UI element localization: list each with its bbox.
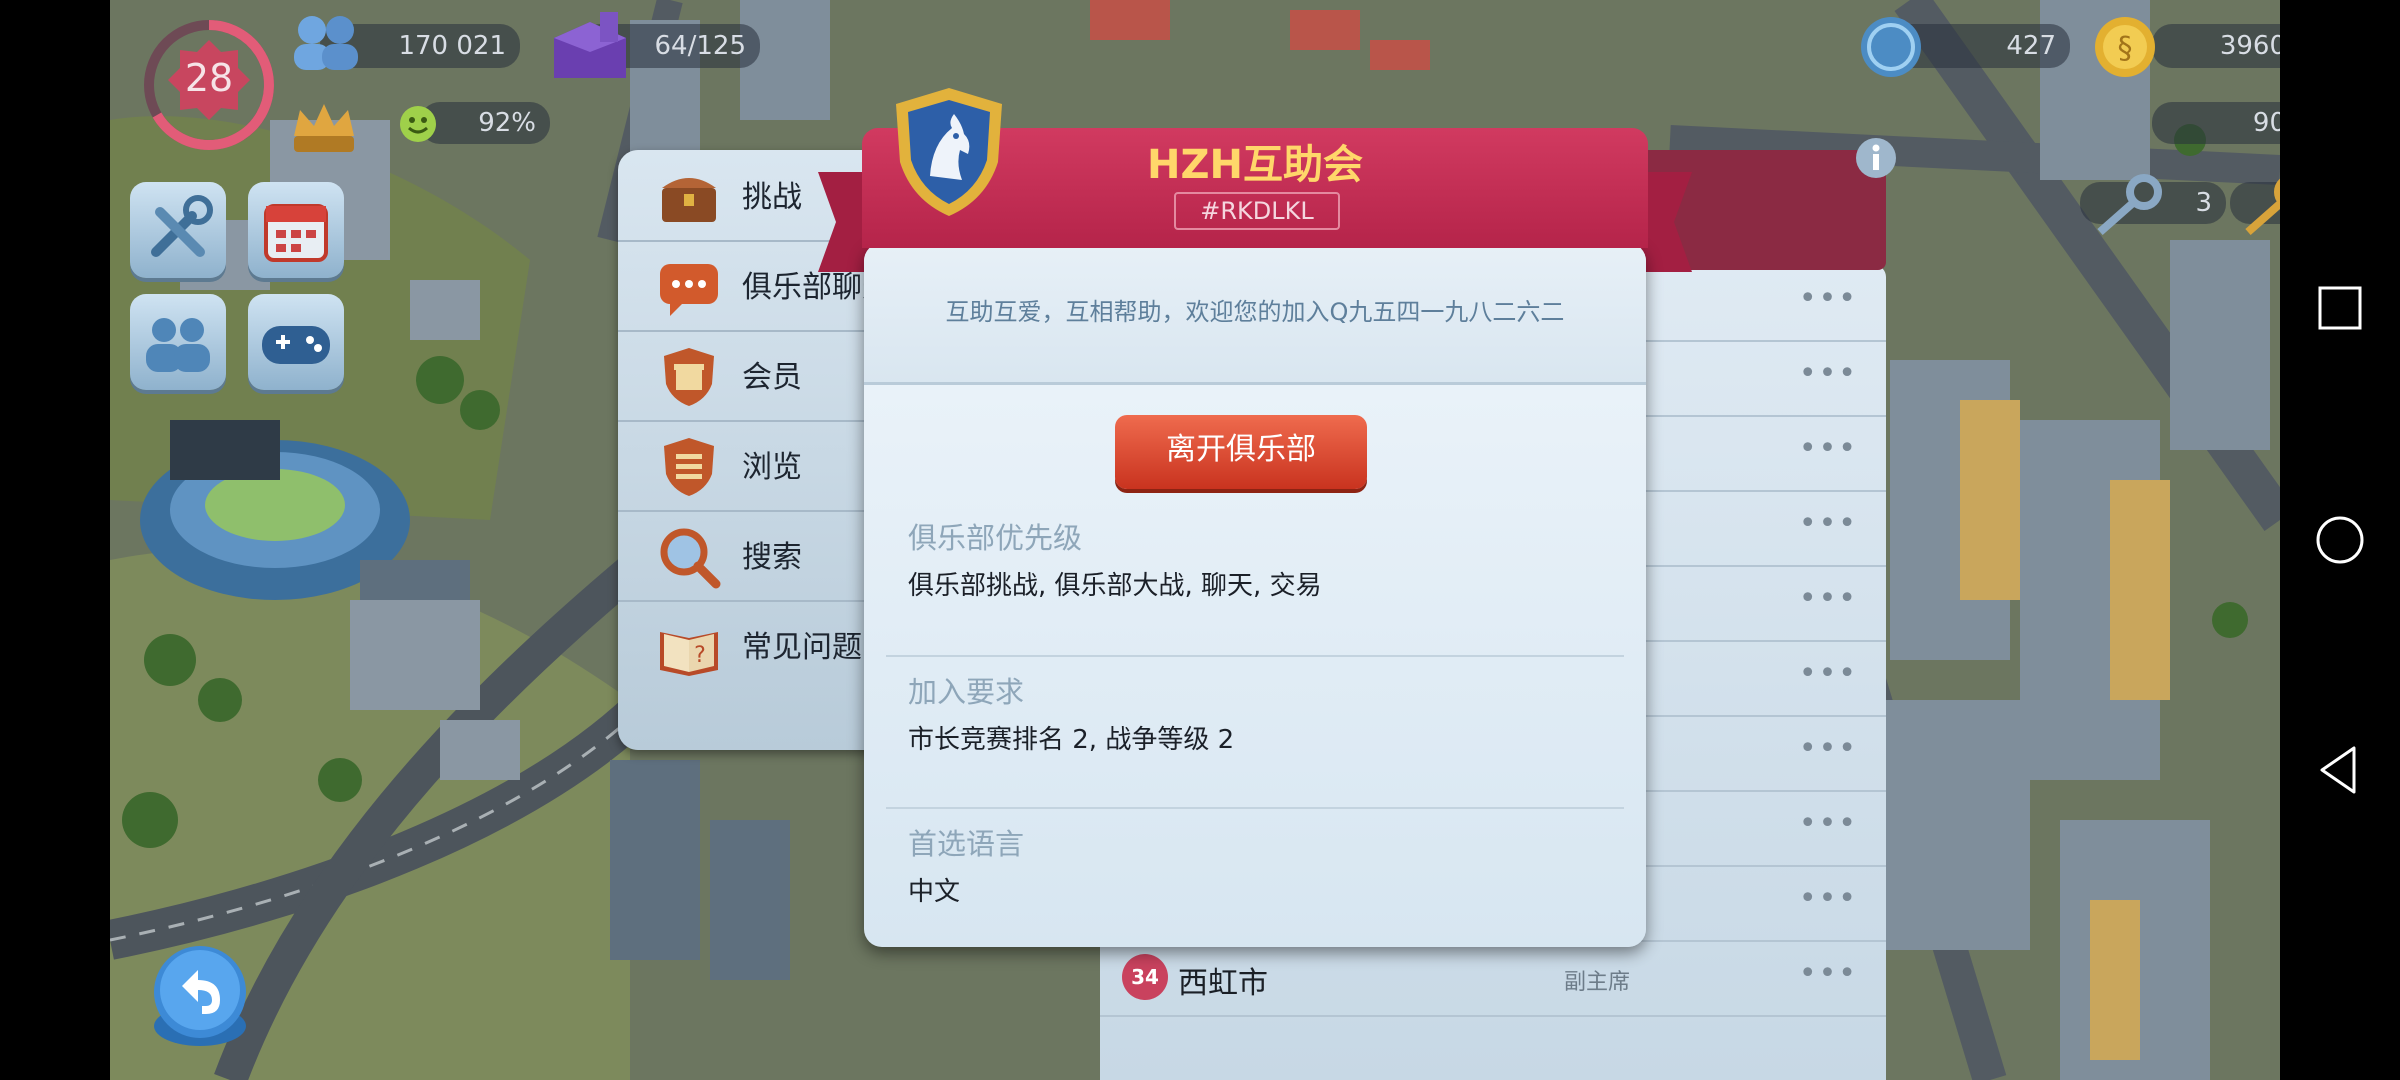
menu-item-label: 会员 [742, 360, 802, 395]
language-title: 首选语言 [908, 827, 1025, 861]
menu-item-members[interactable]: 会员 [618, 330, 888, 422]
left-letterbox [0, 0, 110, 1080]
more-options-icon[interactable]: ••• [1799, 356, 1858, 391]
back-button[interactable] [150, 940, 250, 1050]
more-options-icon[interactable]: ••• [1799, 956, 1858, 991]
club-tag: #RKDLKL [1174, 192, 1340, 230]
calendar-button[interactable] [248, 182, 344, 278]
faq-book-icon: ? [660, 632, 718, 676]
wrench-screwdriver-icon [151, 195, 213, 257]
members-shield-icon [664, 348, 714, 406]
menu-item-label: 常见问题 [742, 630, 862, 665]
browse-shield-icon [664, 438, 714, 496]
priority-title: 俱乐部优先级 [908, 521, 1083, 555]
description-divider [864, 382, 1646, 385]
home-icon[interactable] [2314, 514, 2366, 566]
more-options-icon[interactable]: ••• [1799, 806, 1858, 841]
happiness-counter[interactable]: 92% [420, 102, 550, 144]
simcash-icon [1856, 12, 1926, 82]
menu-item-search[interactable]: 搜索 [618, 510, 888, 602]
requirements-value: 市长竞赛排名 2, 战争等级 2 [908, 725, 1235, 755]
happiness-value: 92% [478, 108, 536, 138]
menu-item-browse[interactable]: 浏览 [618, 420, 888, 512]
simoleons-counter[interactable]: 3960 [2152, 24, 2300, 68]
leave-club-button[interactable]: 离开俱乐部 [1115, 415, 1367, 489]
more-options-icon[interactable]: ••• [1799, 656, 1858, 691]
requirements-section: 加入要求 市长竞赛排名 2, 战争等级 2 [908, 669, 1234, 756]
simoleon-coin-icon: § [2090, 12, 2160, 82]
more-options-icon[interactable]: ••• [1799, 281, 1858, 316]
smiley-icon [398, 104, 438, 144]
system-navigation-bar [2280, 0, 2400, 1080]
storage-value: 64/125 [654, 31, 746, 61]
menu-item-label: 浏览 [742, 450, 802, 485]
silver-key-icon [2086, 170, 2166, 240]
contest-button[interactable] [248, 294, 344, 390]
back-arrow-icon [154, 946, 246, 1046]
population-icon [286, 10, 366, 76]
section-divider [886, 807, 1624, 809]
section-divider [886, 655, 1624, 657]
menu-item-label: 搜索 [742, 540, 802, 575]
magnifier-icon [660, 528, 721, 589]
more-options-icon[interactable]: ••• [1799, 581, 1858, 616]
more-options-icon[interactable]: ••• [1799, 731, 1858, 766]
menu-item-label: 挑战 [742, 180, 802, 215]
member-role: 副主席 [1564, 970, 1631, 995]
gamepad-icon [262, 326, 330, 364]
more-options-icon[interactable]: ••• [1799, 881, 1858, 916]
recent-apps-icon[interactable] [2314, 282, 2366, 334]
simcash-value: 427 [2006, 31, 2056, 61]
storage-building-icon [544, 8, 636, 84]
treasure-chest-icon [662, 178, 716, 222]
priority-value: 俱乐部挑战, 俱乐部大战, 聊天, 交易 [908, 571, 1322, 601]
vip-crown-icon[interactable] [286, 96, 362, 158]
member-level-badge: 34 [1122, 954, 1168, 1000]
back-nav-icon[interactable] [2314, 744, 2366, 796]
svg-text:§: § [2118, 31, 2133, 66]
club-emblem-icon [890, 84, 1008, 220]
language-section: 首选语言 中文 [908, 821, 1024, 908]
member-name: 西虹市 [1178, 966, 1268, 1001]
second-currency-counter[interactable]: 90 [2152, 102, 2300, 144]
level-ring[interactable]: 28 [142, 18, 276, 152]
keys-left-value: 3 [2195, 188, 2212, 218]
chat-bubble-icon [660, 264, 718, 316]
calendar-icon [264, 204, 328, 262]
club-members-icon [146, 318, 210, 372]
language-value: 中文 [908, 877, 961, 907]
club-button[interactable] [130, 294, 226, 390]
level-number: 28 [184, 56, 234, 100]
more-options-icon[interactable]: ••• [1799, 506, 1858, 541]
population-value: 170 021 [398, 31, 506, 61]
menu-item-faq[interactable]: ? 常见问题 [618, 600, 888, 690]
simoleons-value: 3960 [2219, 31, 2286, 61]
club-info-dialog: 俱乐部优先级 俱乐部挑战, 俱乐部大战, 聊天, 交易 加入要求 市长竞赛排名 … [864, 243, 1646, 947]
info-icon[interactable] [1854, 136, 1898, 180]
club-description: 互助互爱，互相帮助，欢迎您的加入Q九五四一九八二六二 [945, 298, 1565, 326]
svg-text:?: ? [694, 643, 706, 668]
priority-section: 俱乐部优先级 俱乐部挑战, 俱乐部大战, 聊天, 交易 [908, 515, 1322, 602]
list-item[interactable]: 34 西虹市 副主席 ••• [1100, 940, 1886, 1017]
more-options-icon[interactable]: ••• [1799, 431, 1858, 466]
tools-button[interactable] [130, 182, 226, 278]
requirements-title: 加入要求 [908, 675, 1025, 709]
